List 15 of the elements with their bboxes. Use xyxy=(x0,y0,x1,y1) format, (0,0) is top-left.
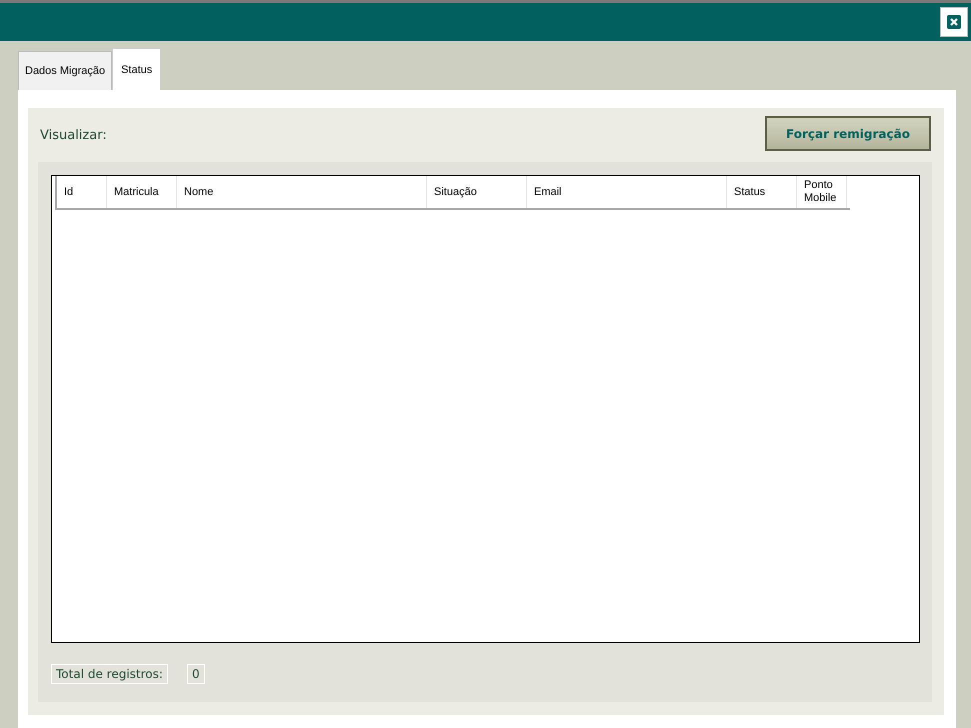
view-label: Visualizar: xyxy=(40,127,107,145)
close-icon xyxy=(947,15,961,29)
close-button[interactable] xyxy=(940,7,968,37)
tab[interactable]: Dados Migração xyxy=(18,51,112,91)
column-header[interactable]: Matricula xyxy=(107,176,177,208)
column-header[interactable]: Ponto Mobile xyxy=(797,176,847,208)
tab[interactable]: Status xyxy=(112,48,162,91)
column-header[interactable]: Nome xyxy=(177,176,427,208)
column-header[interactable]: Email xyxy=(527,176,727,208)
column-header[interactable]: Situação xyxy=(427,176,527,208)
total-label: Total de registros: xyxy=(51,664,168,684)
total-value: 0 xyxy=(187,664,205,684)
column-header[interactable]: Status xyxy=(727,176,797,208)
force-remigration-button[interactable]: Forçar remigração xyxy=(765,116,931,151)
column-header[interactable]: Id xyxy=(57,176,107,208)
